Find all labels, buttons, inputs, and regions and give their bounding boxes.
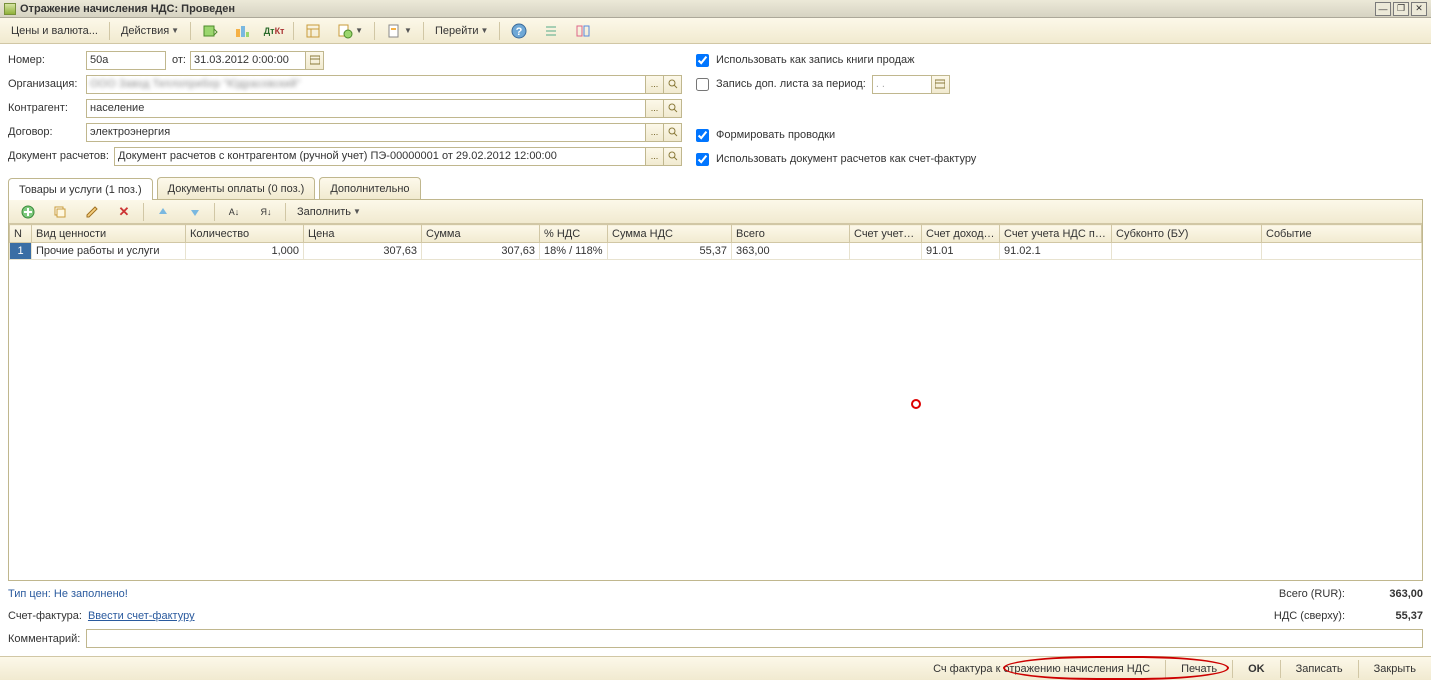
titlebar: Отражение начисления НДС: Проведен — ❐ ✕	[0, 0, 1431, 18]
comment-label: Комментарий:	[8, 633, 86, 645]
date-input[interactable]: 31.03.2012 0:00:00	[190, 51, 306, 70]
number-label: Номер:	[8, 54, 86, 66]
post-button[interactable]	[195, 21, 225, 41]
tabs: Товары и услуги (1 поз.) Документы оплат…	[0, 177, 1431, 199]
col-total[interactable]: Всего	[732, 225, 850, 243]
org-input[interactable]: ООО Завод Теплоприбор "Юдрасовский"	[86, 75, 646, 94]
col-n[interactable]: N	[10, 225, 32, 243]
main-toolbar: Цены и валюта... Действия▼ ДтКт ▼ ▼ Пере…	[0, 18, 1431, 44]
contr-label: Контрагент:	[8, 102, 86, 114]
dog-input[interactable]: электроэнергия	[86, 123, 646, 142]
docr-select-icon[interactable]: ...	[646, 147, 664, 166]
close-button[interactable]: ✕	[1411, 2, 1427, 16]
nds-label: НДС (сверху):	[1274, 610, 1345, 622]
contr-search-icon[interactable]	[664, 99, 682, 118]
minimize-button[interactable]: —	[1375, 2, 1391, 16]
contr-input[interactable]: население	[86, 99, 646, 118]
prices-button[interactable]: Цены и валюта...	[4, 21, 105, 41]
table-row[interactable]: 1 Прочие работы и услуги 1,000 307,63 30…	[10, 243, 1422, 260]
col-acc1[interactable]: Счет учета (...	[850, 225, 922, 243]
move-down-button[interactable]	[180, 202, 210, 222]
sort-asc-button[interactable]: А↓	[219, 202, 249, 222]
help-button[interactable]: ?	[504, 21, 534, 41]
add-row-button[interactable]	[13, 202, 43, 222]
document-icon	[4, 3, 16, 15]
col-vid[interactable]: Вид ценности	[32, 225, 186, 243]
tab-body: ✕ А↓ Я↓ Заполнить▼ N Вид ценности Количе…	[8, 199, 1423, 581]
move-up-button[interactable]	[148, 202, 178, 222]
chk-add-sheet[interactable]: Запись доп. листа за период:	[692, 75, 866, 94]
list-button[interactable]	[536, 21, 566, 41]
date-label: от:	[166, 54, 190, 66]
invoice-button[interactable]: Сч фактура к отражению начисления НДС	[924, 659, 1159, 679]
bottom-bar: Сч фактура к отражению начисления НДС Пе…	[0, 656, 1431, 680]
footer-area: Тип цен: Не заполнено! Всего (RUR): 363,0…	[0, 581, 1431, 656]
ok-button[interactable]: OK	[1239, 659, 1274, 679]
total-label: Всего (RUR):	[1279, 588, 1345, 600]
chk-sales-book[interactable]: Использовать как запись книги продаж	[692, 51, 915, 70]
report-menu[interactable]: ▼	[379, 21, 419, 41]
org-select-icon[interactable]: ...	[646, 75, 664, 94]
tab-payments[interactable]: Документы оплаты (0 поз.)	[157, 177, 316, 199]
col-sub[interactable]: Субконто (БУ)	[1112, 225, 1262, 243]
chk-postings[interactable]: Формировать проводки	[692, 126, 835, 145]
sf-label: Счет-фактура:	[8, 610, 82, 622]
chk-use-docr[interactable]: Использовать документ расчетов как счет-…	[692, 150, 976, 169]
dog-label: Договор:	[8, 126, 86, 138]
org-search-icon[interactable]	[664, 75, 682, 94]
maximize-button[interactable]: ❐	[1393, 2, 1409, 16]
price-type-label: Тип цен: Не заполнено!	[8, 588, 128, 600]
save-button[interactable]: Записать	[1287, 659, 1352, 679]
org-label: Организация:	[8, 78, 86, 90]
col-acc3[interactable]: Счет учета НДС по ...	[1000, 225, 1112, 243]
dt-kt-button[interactable]: ДтКт	[259, 21, 289, 41]
delete-row-button[interactable]: ✕	[109, 202, 139, 222]
docr-search-icon[interactable]	[664, 147, 682, 166]
col-price[interactable]: Цена	[304, 225, 422, 243]
contr-select-icon[interactable]: ...	[646, 99, 664, 118]
annotation-dot	[911, 399, 921, 409]
print-button[interactable]: Печать	[1172, 659, 1226, 679]
edit-row-button[interactable]	[77, 202, 107, 222]
grid[interactable]: N Вид ценности Количество Цена Сумма % Н…	[9, 224, 1422, 580]
svg-text:?: ?	[516, 26, 523, 38]
copy-row-button[interactable]	[45, 202, 75, 222]
col-acc2[interactable]: Счет доходо...	[922, 225, 1000, 243]
tab-goods[interactable]: Товары и услуги (1 поз.)	[8, 178, 153, 200]
docr-input[interactable]: Документ расчетов с контрагентом (ручной…	[114, 147, 646, 166]
col-ev[interactable]: Событие	[1262, 225, 1422, 243]
docr-label: Документ расчетов:	[8, 150, 114, 162]
result-button[interactable]	[227, 21, 257, 41]
sf-link[interactable]: Ввести счет-фактуру	[88, 610, 195, 622]
sort-desc-button[interactable]: Я↓	[251, 202, 281, 222]
period-calendar-icon[interactable]	[932, 75, 950, 94]
grid-toolbar: ✕ А↓ Я↓ Заполнить▼	[9, 200, 1422, 224]
col-sum[interactable]: Сумма	[422, 225, 540, 243]
col-qty[interactable]: Количество	[186, 225, 304, 243]
nds-value: 55,37	[1353, 610, 1423, 622]
dog-select-icon[interactable]: ...	[646, 123, 664, 142]
comment-input[interactable]	[86, 629, 1423, 648]
actions-menu[interactable]: Действия▼	[114, 21, 186, 41]
goto-menu[interactable]: Перейти▼	[428, 21, 496, 41]
form-area: Номер: 50а от: 31.03.2012 0:00:00 Органи…	[0, 44, 1431, 175]
based-on-menu[interactable]: ▼	[330, 21, 370, 41]
tab-additional[interactable]: Дополнительно	[319, 177, 420, 199]
number-input[interactable]: 50а	[86, 51, 166, 70]
col-nds[interactable]: Сумма НДС	[608, 225, 732, 243]
calendar-icon[interactable]	[306, 51, 324, 70]
fill-menu[interactable]: Заполнить▼	[290, 202, 368, 222]
period-input[interactable]: . .	[872, 75, 932, 94]
structure-button[interactable]	[298, 21, 328, 41]
settings-button[interactable]	[568, 21, 598, 41]
dog-search-icon[interactable]	[664, 123, 682, 142]
close-form-button[interactable]: Закрыть	[1365, 659, 1425, 679]
window-title: Отражение начисления НДС: Проведен	[20, 3, 1373, 15]
total-value: 363,00	[1353, 588, 1423, 600]
col-pct[interactable]: % НДС	[540, 225, 608, 243]
